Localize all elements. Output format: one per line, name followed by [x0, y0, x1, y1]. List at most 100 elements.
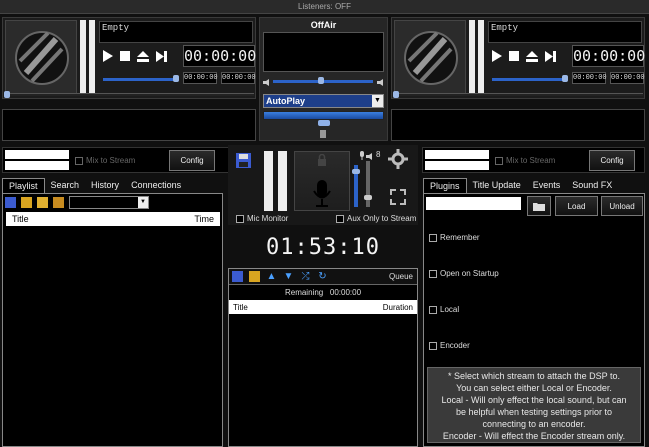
checkbox[interactable] — [429, 269, 437, 278]
chevron-down-icon[interactable]: ▼ — [138, 197, 148, 208]
left-volume-slider[interactable] — [103, 78, 177, 81]
right-input-1[interactable] — [425, 150, 489, 159]
browse-folder-button[interactable] — [527, 196, 551, 216]
tab-title-update[interactable]: Title Update — [467, 178, 527, 193]
save-icon[interactable] — [5, 197, 16, 208]
mic-save-icon[interactable] — [236, 153, 251, 170]
right-vu-meter-l — [469, 20, 475, 94]
stop-icon[interactable] — [120, 51, 130, 63]
remaining-label: Remaining — [284, 288, 324, 297]
play-icon[interactable] — [492, 50, 502, 64]
right-position-knob[interactable] — [393, 91, 399, 98]
left-volume-knob[interactable] — [173, 75, 179, 82]
mic-button[interactable] — [294, 151, 350, 211]
remaining-value: 00:00:00 — [329, 288, 362, 297]
right-input-2[interactable] — [425, 161, 489, 170]
left-config-button[interactable]: Config — [169, 150, 215, 171]
checkbox[interactable] — [429, 233, 437, 242]
left-waveform — [2, 109, 256, 141]
tab-events[interactable]: Events — [527, 178, 567, 193]
checkbox[interactable] — [236, 214, 244, 223]
mic-volume-knob[interactable] — [352, 169, 360, 174]
left-track-title: Empty — [99, 21, 253, 43]
option-local[interactable]: Local — [429, 305, 459, 314]
right-mix-checkbox[interactable]: Mix to Stream — [495, 156, 555, 165]
right-volume-slider[interactable] — [492, 78, 566, 81]
settings-gear-icon[interactable] — [388, 149, 408, 171]
checkbox[interactable] — [75, 156, 83, 165]
option-label: Local — [440, 305, 460, 314]
open-folder-icon[interactable] — [249, 271, 260, 282]
tab-connections[interactable]: Connections — [125, 178, 187, 193]
left-position-slider[interactable] — [4, 93, 254, 96]
left-mix-checkbox[interactable]: Mix to Stream — [75, 156, 135, 165]
mode-select[interactable]: AutoPlay ▼ — [263, 94, 384, 108]
left-input-1[interactable] — [5, 150, 69, 159]
aux-only-checkbox[interactable]: Aux Only to Stream — [336, 214, 416, 223]
folder-icon[interactable] — [53, 197, 64, 208]
tab-history[interactable]: History — [85, 178, 125, 193]
open-folder-icon[interactable] — [21, 197, 32, 208]
left-tab-bar: Playlist Search History Connections — [2, 178, 256, 194]
column-duration[interactable]: Duration — [383, 303, 413, 312]
column-title[interactable]: Title — [12, 214, 29, 224]
tab-plugins[interactable]: Plugins — [423, 178, 467, 193]
right-vu-meter-r — [478, 20, 484, 94]
column-title[interactable]: Title — [233, 303, 248, 312]
left-position-knob[interactable] — [4, 91, 10, 98]
play-icon[interactable] — [103, 50, 113, 64]
right-mix-label: Mix to Stream — [506, 156, 556, 165]
left-transport — [103, 50, 167, 64]
shuffle-icon[interactable]: ⤮ — [300, 271, 311, 282]
chevron-down-icon[interactable]: ▼ — [372, 95, 383, 107]
tab-playlist[interactable]: Playlist — [2, 178, 45, 193]
right-config-button[interactable]: Config — [589, 150, 635, 171]
tab-sound-fx[interactable]: Sound FX — [566, 178, 618, 193]
arrow-up-icon[interactable]: ▲ — [266, 271, 277, 282]
column-time[interactable]: Time — [194, 214, 214, 224]
refresh-icon[interactable]: ↻ — [317, 271, 328, 282]
queue-toolbar: ▲ ▼ ⤮ ↻ Queue — [229, 269, 417, 285]
checkbox[interactable] — [429, 305, 437, 314]
eject-icon[interactable] — [137, 50, 149, 64]
add-folder-icon[interactable] — [37, 197, 48, 208]
option-encoder[interactable]: Encoder — [429, 341, 470, 350]
onair-status: OffAir — [310, 20, 337, 30]
speaker-left-icon — [263, 78, 270, 88]
skip-next-icon[interactable] — [156, 50, 167, 64]
right-volume-knob[interactable] — [562, 75, 568, 82]
arrow-down-icon[interactable]: ▼ — [283, 271, 294, 282]
unload-button[interactable]: Unload — [601, 196, 643, 216]
crossfade-knob[interactable] — [318, 120, 330, 126]
fullscreen-icon[interactable] — [390, 189, 406, 207]
crossfade-bar[interactable] — [263, 111, 384, 120]
help-line: connecting to an encoder. — [482, 419, 586, 429]
save-icon[interactable] — [232, 271, 243, 282]
master-volume-knob[interactable] — [318, 77, 324, 84]
load-button[interactable]: Load — [555, 196, 598, 216]
right-deck: Empty 00:00:00 00:00:00 00:00:00 — [391, 17, 645, 99]
option-remember[interactable]: Remember — [429, 233, 480, 242]
aux-volume-slider[interactable] — [366, 161, 370, 207]
checkbox[interactable] — [429, 341, 437, 350]
option-open-on-startup[interactable]: Open on Startup — [429, 269, 499, 278]
help-line: be helpful when testing settings prior t… — [455, 407, 613, 417]
skip-next-icon[interactable] — [545, 50, 556, 64]
mic-monitor-checkbox[interactable]: Mic Monitor — [236, 214, 288, 223]
tab-search[interactable]: Search — [45, 178, 86, 193]
left-remaining: 00:00:00 — [221, 72, 256, 84]
checkbox[interactable] — [495, 156, 503, 165]
right-position-slider[interactable] — [393, 93, 643, 96]
mic-meter-l — [264, 151, 273, 211]
left-deck: Empty 00:00:00 00:00:00 00:00:00 — [2, 17, 256, 99]
right-remaining: 00:00:00 — [610, 72, 645, 84]
plugin-help-box: * Select which stream to attach the DSP … — [427, 367, 641, 443]
right-waveform — [391, 109, 645, 141]
left-input-2[interactable] — [5, 161, 69, 170]
playlist-select[interactable]: ▼ — [69, 196, 149, 209]
checkbox[interactable] — [336, 214, 344, 223]
plugin-path-input[interactable] — [426, 197, 521, 210]
eject-icon[interactable] — [526, 50, 538, 64]
stop-icon[interactable] — [509, 51, 519, 63]
aux-volume-knob[interactable] — [364, 195, 372, 200]
